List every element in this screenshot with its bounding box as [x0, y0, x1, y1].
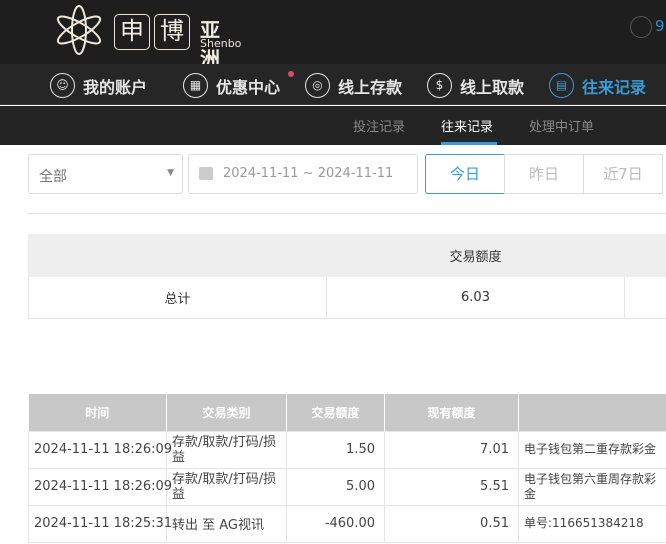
withdraw-icon: $: [427, 73, 452, 98]
cell-remark: 单号:116651384218: [518, 504, 666, 543]
date-range-input[interactable]: 2024-11-11 ~ 2024-11-11: [188, 154, 418, 194]
nav-promotions[interactable]: ▦ 优惠中心: [183, 73, 280, 98]
nav-label: 往来记录: [582, 77, 647, 97]
tab-pending-orders[interactable]: 处理中订单: [529, 116, 594, 135]
nav-label: 优惠中心: [216, 77, 281, 97]
gift-icon: ▦: [183, 73, 208, 98]
cell-amount: 1.50: [286, 430, 385, 469]
type-select[interactable]: 全部 ▼: [28, 154, 183, 194]
table-row: 2024-11-11 18:25:31 转出 至 AG视讯 -460.00 0.51 单…: [28, 504, 666, 543]
cell-type: 转出 至 AG视讯: [166, 504, 287, 543]
summary-header: 交易额度: [326, 234, 625, 277]
logo-char-2: 博: [154, 14, 190, 50]
transactions-table: 时间 交易类别 交易额度 现有额度 2024-11-11 18:26:09 存款/取款/…: [28, 394, 666, 543]
records-icon: ▤: [549, 73, 574, 98]
cell-remark: 电子钱包第六重周存款彩金: [518, 467, 666, 506]
user-icon: ☺: [50, 73, 75, 98]
cell-balance: 5.51: [384, 467, 519, 506]
notification-dot: [288, 71, 294, 77]
active-tab-underline: [441, 142, 497, 145]
sub-tabs: 投注记录 往来记录 处理中订单: [0, 106, 666, 145]
cell-amount: 5.00: [286, 467, 385, 506]
user-icon[interactable]: [630, 16, 652, 38]
col-time: 时间: [28, 394, 167, 431]
main-nav: ☺ 我的账户 ▦ 优惠中心 ◎ 线上存款 $ 线上取款 ▤ 往来记录: [0, 64, 666, 105]
cell-time: 2024-11-11 18:25:31: [28, 504, 172, 543]
nav-label: 线上存款: [338, 77, 403, 97]
deposit-icon: ◎: [305, 73, 330, 98]
chevron-down-icon: ▼: [167, 168, 174, 178]
summary-label: 总计: [28, 276, 327, 319]
today-button[interactable]: 今日: [425, 154, 505, 194]
nav-label: 我的账户: [83, 77, 148, 97]
calendar-icon: [199, 167, 213, 180]
nav-deposit[interactable]: ◎ 线上存款: [305, 73, 402, 98]
col-balance: 现有额度: [384, 394, 519, 431]
tab-transaction-records[interactable]: 往来记录: [441, 116, 493, 135]
cell-balance: 0.51: [384, 504, 519, 543]
yesterday-button[interactable]: 昨日: [504, 154, 584, 194]
cell-time: 2024-11-11 18:26:09: [28, 467, 172, 506]
logo-char-1: 申: [114, 14, 150, 50]
cell-type: 存款/取款/打码/损益: [166, 430, 287, 469]
summary-table: 交易额度 总计 6.03: [28, 234, 666, 319]
brand-name-en: Shenbo: [200, 37, 242, 50]
cell-time: 2024-11-11 18:26:09: [28, 430, 172, 469]
col-type: 交易类别: [166, 394, 287, 431]
nav-my-account[interactable]: ☺ 我的账户: [50, 73, 147, 98]
nav-records[interactable]: ▤ 往来记录: [549, 73, 646, 98]
cell-balance: 7.01: [384, 430, 519, 469]
cell-remark: 电子钱包第二重存款彩金: [518, 430, 666, 469]
table-row: 2024-11-11 18:26:09 存款/取款/打码/损益 1.50 7.01 电子…: [28, 430, 666, 469]
cell-amount: -460.00: [286, 504, 385, 543]
date-range-value: 2024-11-11 ~ 2024-11-11: [223, 166, 394, 181]
table-row: 2024-11-11 18:26:09 存款/取款/打码/损益 5.00 5.51 电子…: [28, 467, 666, 506]
nav-label: 线上取款: [460, 77, 525, 97]
username[interactable]: 9: [655, 17, 665, 35]
summary-value: 6.03: [326, 276, 625, 319]
cell-type: 存款/取款/打码/损益: [166, 467, 287, 506]
top-header: 申 博 亚洲 Shenbo 9: [0, 0, 666, 71]
col-remark: [518, 394, 666, 431]
last-7-days-button[interactable]: 近7日: [583, 154, 663, 194]
col-amount: 交易额度: [286, 394, 385, 431]
tab-bet-records[interactable]: 投注记录: [353, 116, 405, 135]
nav-withdraw[interactable]: $ 线上取款: [427, 73, 524, 98]
divider: [28, 213, 666, 214]
flower-logo-icon: [56, 5, 102, 55]
type-select-value: 全部: [39, 169, 67, 185]
